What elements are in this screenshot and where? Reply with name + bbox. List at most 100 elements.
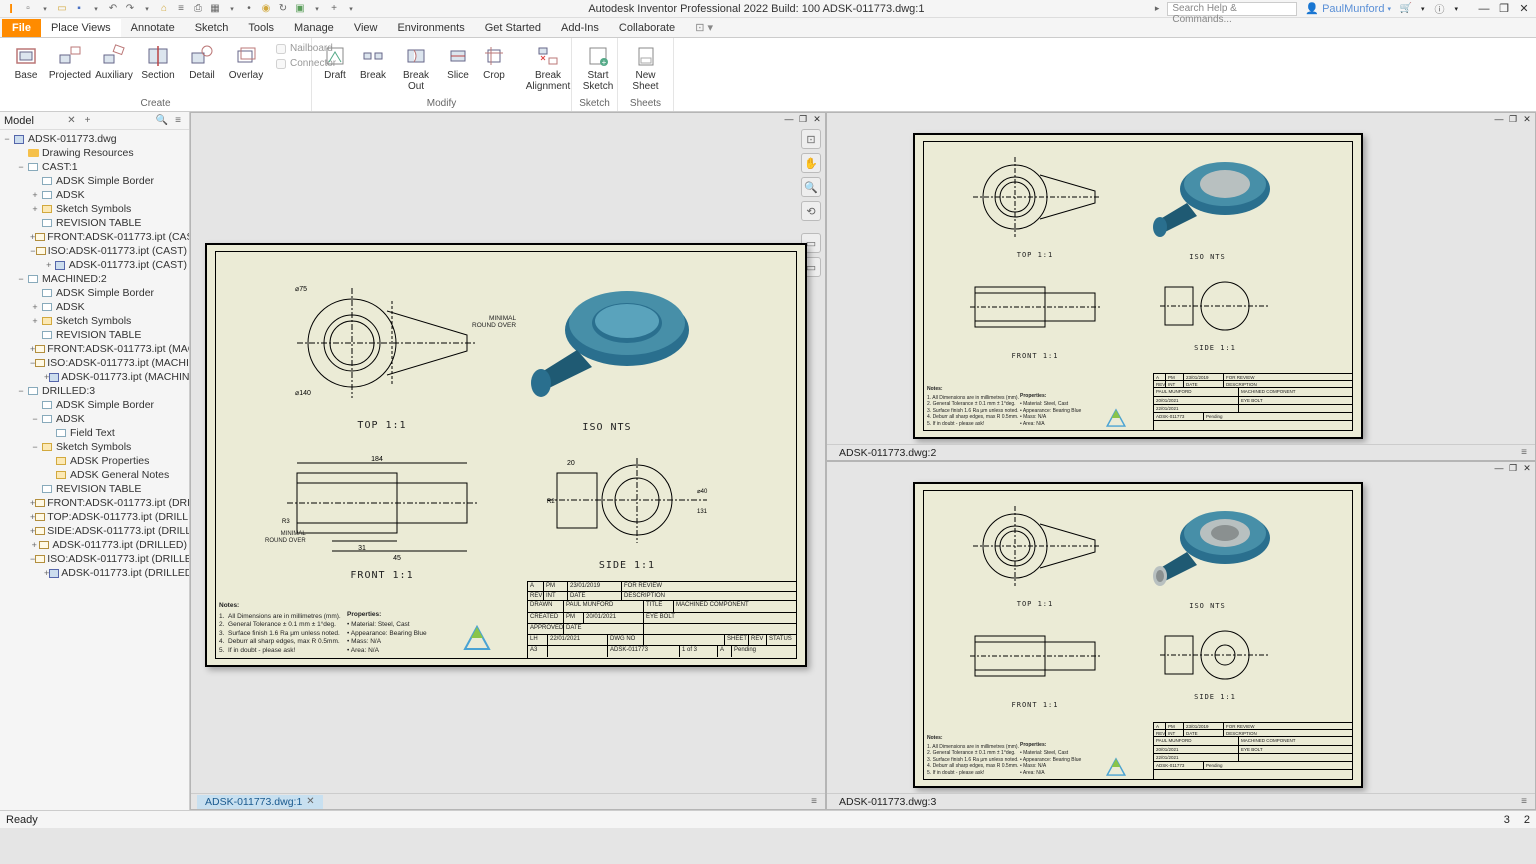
user-badge[interactable]: 👤 PaulMunford ▾ bbox=[1305, 2, 1391, 15]
tab-manage[interactable]: Manage bbox=[284, 19, 344, 37]
tree-toggle-icon[interactable]: − bbox=[30, 414, 40, 424]
tab-file[interactable]: File bbox=[2, 19, 41, 37]
tab-menu-icon[interactable]: ≡ bbox=[807, 795, 821, 809]
tree-item[interactable]: −ADSK bbox=[0, 412, 189, 426]
vp2-min-icon[interactable]: — bbox=[1493, 114, 1505, 124]
tree-item[interactable]: +FRONT:ADSK-011773.ipt (CAST) bbox=[0, 230, 189, 244]
vp-close-icon[interactable]: ✕ bbox=[811, 114, 823, 124]
undo-icon[interactable]: ↶ bbox=[106, 2, 120, 16]
tab3-menu-icon[interactable]: ≡ bbox=[1517, 795, 1531, 809]
help-icon[interactable]: ⓘ bbox=[1432, 2, 1446, 16]
vp-min-icon[interactable]: — bbox=[783, 114, 795, 124]
tree-item[interactable]: REVISION TABLE bbox=[0, 216, 189, 230]
qat-end-icon[interactable]: ▾ bbox=[344, 2, 358, 16]
tree-item[interactable]: Field Text bbox=[0, 426, 189, 440]
tree-item[interactable]: +ADSK bbox=[0, 188, 189, 202]
tree-toggle-icon[interactable]: − bbox=[16, 386, 26, 396]
tree-toggle-icon[interactable]: − bbox=[16, 162, 26, 172]
tab-collaborate[interactable]: Collaborate bbox=[609, 19, 685, 37]
projected-button[interactable]: Projected bbox=[50, 40, 90, 83]
tree-item[interactable]: −MACHINED:2 bbox=[0, 272, 189, 286]
tree-item[interactable]: −ISO:ADSK-011773.ipt (MACHINED) bbox=[0, 356, 189, 370]
tree-item[interactable]: ADSK Simple Border bbox=[0, 286, 189, 300]
tab2-menu-icon[interactable]: ≡ bbox=[1517, 446, 1531, 460]
browser-menu-icon[interactable]: ≡ bbox=[171, 114, 185, 128]
dropdown-icon[interactable]: ▾ bbox=[38, 2, 52, 16]
viewport-tab-main[interactable]: ADSK-011773.dwg:1 ✕ bbox=[197, 795, 323, 809]
vp-max-icon[interactable]: ❐ bbox=[797, 114, 809, 124]
tree-item[interactable]: +ADSK-011773.ipt (DRILLED) bbox=[0, 538, 189, 552]
restore-button[interactable]: ❐ bbox=[1496, 2, 1512, 16]
tree-item[interactable]: −Sketch Symbols bbox=[0, 440, 189, 454]
tab-annotate[interactable]: Annotate bbox=[121, 19, 185, 37]
tree-item[interactable]: +ADSK-011773.ipt (MACHINED) bbox=[0, 370, 189, 384]
tab-add-ins[interactable]: Add-Ins bbox=[551, 19, 609, 37]
zoom-icon[interactable]: 🔍 bbox=[801, 177, 821, 197]
draft-button[interactable]: Draft bbox=[318, 40, 352, 94]
dropdown3-icon[interactable]: ▾ bbox=[225, 2, 239, 16]
rotate-icon[interactable]: ↻ bbox=[276, 2, 290, 16]
viewport-tab-br[interactable]: ADSK-011773.dwg:3 bbox=[831, 795, 944, 809]
tree-item[interactable]: −ADSK-011773.dwg bbox=[0, 132, 189, 146]
vp2-max-icon[interactable]: ❐ bbox=[1507, 114, 1519, 124]
dropdown4-icon[interactable]: ▾ bbox=[310, 2, 324, 16]
tab-view[interactable]: View bbox=[344, 19, 388, 37]
tree-item[interactable]: ADSK General Notes bbox=[0, 468, 189, 482]
measure-icon[interactable]: ▦ bbox=[208, 2, 222, 16]
overlay-button[interactable]: Overlay bbox=[226, 40, 266, 83]
tree-item[interactable]: +Sketch Symbols bbox=[0, 314, 189, 328]
tree-toggle-icon[interactable]: + bbox=[30, 204, 40, 214]
vp3-close-icon[interactable]: ✕ bbox=[1521, 463, 1533, 473]
tree-item[interactable]: +ADSK bbox=[0, 300, 189, 314]
tree-item[interactable]: +TOP:ADSK-011773.ipt (DRILLED) bbox=[0, 510, 189, 524]
cart-dropdown-icon[interactable]: ▾ bbox=[1421, 5, 1425, 13]
minimize-button[interactable]: — bbox=[1476, 2, 1492, 16]
tree-item[interactable]: +SIDE:ADSK-011773.ipt (DRILLED) bbox=[0, 524, 189, 538]
tree-item[interactable]: ADSK Properties bbox=[0, 454, 189, 468]
drawing-sheet-tr[interactable]: TOP 1:1 ISO NTS FRONT 1:1 bbox=[913, 133, 1363, 439]
base-button[interactable]: Base bbox=[6, 40, 46, 83]
detail-button[interactable]: Detail bbox=[182, 40, 222, 83]
viewport-tr[interactable]: — ❐ ✕ TOP 1:1 I bbox=[826, 112, 1536, 461]
viewport-tab-tr[interactable]: ADSK-011773.dwg:2 bbox=[831, 446, 944, 460]
save-dropdown-icon[interactable]: ▾ bbox=[89, 2, 103, 16]
tree-toggle-icon[interactable]: + bbox=[30, 190, 40, 200]
save-icon[interactable]: ▪ bbox=[72, 2, 86, 16]
drawing-sheet-br[interactable]: TOP 1:1 ISO NTS FRONT 1:1 bbox=[913, 482, 1363, 788]
start-sketch-button[interactable]: +Start Sketch bbox=[578, 40, 618, 94]
tree-item[interactable]: −ISO:ADSK-011773.ipt (CAST) bbox=[0, 244, 189, 258]
tree-item[interactable]: −DRILLED:3 bbox=[0, 384, 189, 398]
model-icon[interactable]: ▣ bbox=[293, 2, 307, 16]
auxiliary-button[interactable]: Auxiliary bbox=[94, 40, 134, 83]
tree-toggle-icon[interactable]: + bbox=[30, 302, 40, 312]
tree-toggle-icon[interactable]: − bbox=[2, 134, 12, 144]
vp3-min-icon[interactable]: — bbox=[1493, 463, 1505, 473]
tree-item[interactable]: REVISION TABLE bbox=[0, 328, 189, 342]
tree-toggle-icon[interactable]: + bbox=[30, 316, 40, 326]
help-dropdown-icon[interactable]: ▾ bbox=[1454, 5, 1458, 13]
tree-item[interactable]: REVISION TABLE bbox=[0, 482, 189, 496]
material-icon[interactable]: ◉ bbox=[259, 2, 273, 16]
print-icon[interactable]: ⎙ bbox=[191, 2, 205, 16]
zoom-extents-icon[interactable]: ⊡ bbox=[801, 129, 821, 149]
tab-get-started[interactable]: Get Started bbox=[475, 19, 551, 37]
vp3-max-icon[interactable]: ❐ bbox=[1507, 463, 1519, 473]
plus-icon[interactable]: + bbox=[327, 2, 341, 16]
drawing-sheet-main[interactable]: ⌀75 ⌀140 TOP 1:1 bbox=[205, 243, 807, 667]
tab-extra[interactable]: ⊡ ▾ bbox=[685, 18, 723, 37]
tab-sketch[interactable]: Sketch bbox=[185, 19, 239, 37]
browser-close-icon[interactable]: ✕ bbox=[65, 114, 79, 128]
tree-item[interactable]: ADSK Simple Border bbox=[0, 398, 189, 412]
vp2-close-icon[interactable]: ✕ bbox=[1521, 114, 1533, 124]
tab-close-icon[interactable]: ✕ bbox=[306, 796, 314, 807]
tree-toggle-icon[interactable]: + bbox=[30, 540, 38, 550]
tree-item[interactable]: +Sketch Symbols bbox=[0, 202, 189, 216]
slice-button[interactable]: Slice bbox=[442, 40, 474, 94]
tree-item[interactable]: +FRONT:ADSK-011773.ipt (MACHINED) bbox=[0, 342, 189, 356]
tree-toggle-icon[interactable]: + bbox=[44, 260, 53, 270]
tab-place-views[interactable]: Place Views bbox=[41, 19, 121, 37]
close-button[interactable]: ✕ bbox=[1516, 2, 1532, 16]
tree-item[interactable]: ADSK Simple Border bbox=[0, 174, 189, 188]
cart-icon[interactable]: 🛒 bbox=[1399, 2, 1413, 16]
home-icon[interactable]: ⌂ bbox=[157, 2, 171, 16]
